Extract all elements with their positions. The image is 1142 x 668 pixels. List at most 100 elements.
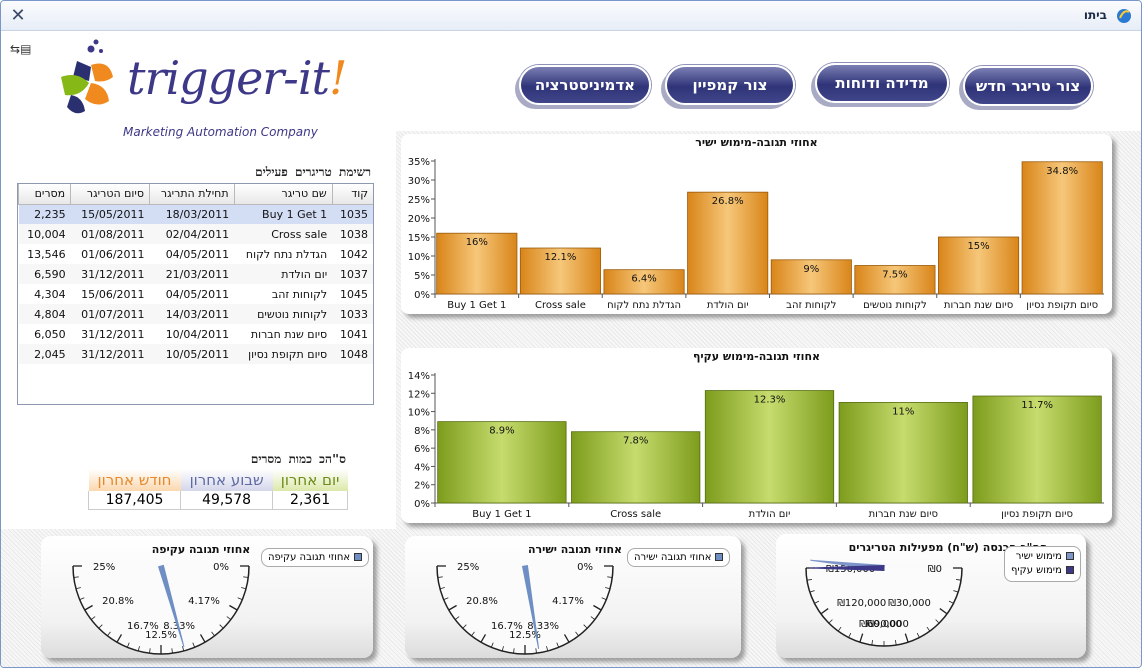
bar-value-label: 12.1% xyxy=(545,252,577,263)
indirect-gauge-panel: אחוזי תגובה עקיפה0%4.17%8.33%12.5%16.7%2… xyxy=(41,536,373,658)
bar[interactable] xyxy=(704,390,835,504)
column-header[interactable]: קוד xyxy=(331,184,373,205)
triggers-title: רשימת טריגרים פעילים xyxy=(255,165,371,179)
y-tick-label: 2% xyxy=(414,481,430,492)
table-row[interactable]: 1037 יום הולדת 21/03/2011 31/12/2011 6,590 xyxy=(18,264,373,284)
logo-wordmark: trigger-it! xyxy=(127,51,348,105)
table-cell: 6,590 xyxy=(18,264,71,284)
bar-value-label: 11.7% xyxy=(1021,400,1053,411)
close-icon[interactable]: ✕ xyxy=(9,6,27,26)
table-cell: 4,804 xyxy=(18,304,71,324)
x-tick-label: Cross sale xyxy=(610,509,661,520)
x-tick-label: לקוחות נוטשים xyxy=(863,300,927,311)
table-cell: 10/05/2011 xyxy=(149,344,235,364)
table-row[interactable]: 1045 לקוחות זהב 04/05/2011 15/06/2011 4,304 xyxy=(19,284,374,304)
direct-response-svg: אחוזי תגובה-מימוש ישיר 0% 5% 10% 15% 20% 25% 30… xyxy=(408,136,1104,311)
gauge-tick-label: 4.17% xyxy=(188,596,220,607)
table-cell: 4,304 xyxy=(34,287,66,301)
table-cell: 01/08/2011 xyxy=(70,224,150,244)
table-cell: 2,235 xyxy=(18,204,71,224)
new-campaign-button[interactable]: צור קמפיין xyxy=(665,65,795,105)
legend-swatch xyxy=(354,553,363,561)
table-cell: 13,546 xyxy=(27,247,66,261)
administration-button[interactable]: אדמיניסטרציה xyxy=(519,65,651,105)
table-row[interactable]: 1041 סיום שנת חברות 10/04/2011 31/12/2011 6,… xyxy=(19,324,374,344)
table-cell: לקוחות נוטשים xyxy=(234,304,333,324)
x-tick-label: יום הולדת xyxy=(707,300,749,311)
gauge-tick-label: 20.8% xyxy=(102,596,134,607)
swap-icon[interactable]: ⇆ xyxy=(10,42,20,56)
bar[interactable] xyxy=(1021,161,1103,295)
gauge-tick-label: ₪90,000 xyxy=(866,619,909,630)
table-cell: 04/05/2011 xyxy=(165,287,230,301)
table-row[interactable]: 1038 Cross sale 02/04/2011 01/08/2011 10,004 xyxy=(18,224,373,244)
table-cell: 1048 xyxy=(332,344,373,364)
gauge-tick-label: 4.17% xyxy=(552,596,584,607)
table-cell: 14/03/2011 xyxy=(149,304,235,324)
legend-swatch xyxy=(715,553,724,561)
table-row[interactable]: 1048 סיום תקופת נסיון 10/05/2011 31/12/2011… xyxy=(18,344,373,364)
y-tick-label: 8% xyxy=(414,426,430,437)
y-tick-label: 10% xyxy=(408,252,430,263)
y-tick-label: 20% xyxy=(408,214,430,225)
table-cell: 04/05/2011 xyxy=(165,247,230,261)
table-row[interactable]: 1042 הגדלת נתח לקוח 04/05/2011 01/06/2011 13… xyxy=(19,244,374,264)
triggers-table: קוד שם טריגר תחילת התריגר סיום הטריגר מסרים … xyxy=(17,183,374,405)
table-cell: 1045 xyxy=(340,287,368,301)
revenue-gauge-panel: סה"כ הכנסה (ש"ח) מפעילות הטריגרים ₪0 ₪30,0… xyxy=(776,534,1086,658)
table-cell: 15/05/2011 xyxy=(70,204,150,224)
x-tick-label: Cross sale xyxy=(535,300,586,311)
bar[interactable] xyxy=(972,395,1102,504)
indirect-response-chart: אחוזי תגובה-מימוש עקיף 0% 2% 4% 6% 8% 10% 12% 14… xyxy=(401,348,1112,523)
bar-value-label: 9% xyxy=(803,264,819,275)
column-header[interactable]: סיום הטריגר xyxy=(70,184,150,205)
gauge-tick-label: ₪120,000 xyxy=(837,598,886,609)
app-window: ✕ ביתו ⇆▤ trigger-it! Marketing Automati… xyxy=(0,0,1142,668)
reports-button[interactable]: מדידה ודוחות xyxy=(815,63,949,103)
table-cell: 31/12/2011 xyxy=(70,344,150,364)
gauge-tick-label: 25% xyxy=(93,562,115,573)
chart-title: אחוזי תגובה-מימוש ישיר xyxy=(695,136,817,149)
direct-response-chart: אחוזי תגובה-מימוש ישיר 0% 5% 10% 15% 20% 25% 30… xyxy=(401,134,1112,314)
report-icon[interactable]: ▤ xyxy=(20,42,31,56)
x-tick-label: יום הולדת xyxy=(749,509,791,520)
column-header[interactable]: תחילת התריגר xyxy=(149,184,235,205)
y-tick-label: 5% xyxy=(414,271,430,282)
table-row[interactable]: 1035 Buy 1 Get 1 18/03/2011 15/05/2011 2,235 xyxy=(18,204,373,224)
bar[interactable] xyxy=(838,402,968,504)
gauge-tick-label: 16.7% xyxy=(491,621,523,632)
bar-value-label: 34.8% xyxy=(1046,166,1078,177)
revenue-gauge-legend: מימוש ישיר מימוש עקיף xyxy=(1004,546,1081,582)
table-row[interactable]: 1033 לקוחות נוטשים 14/03/2011 01/07/2011 4,8… xyxy=(18,304,373,324)
totals-title: ס"הכ כמות מסרים xyxy=(250,452,346,466)
y-tick-label: 30% xyxy=(408,176,430,187)
direct-gauge-legend: אחוזי תגובה ישירה xyxy=(627,548,731,567)
table-cell: Cross sale xyxy=(234,224,333,244)
gauge-tick-label: 0% xyxy=(213,562,229,573)
bar-value-label: 7.8% xyxy=(623,436,648,447)
column-header[interactable]: שם טריגר xyxy=(233,184,333,205)
new-trigger-button[interactable]: צור טריגר חדש xyxy=(963,66,1093,106)
y-tick-label: 35% xyxy=(408,157,430,168)
bar-value-label: 15% xyxy=(967,241,989,252)
y-tick-label: 15% xyxy=(408,233,430,244)
table-cell: 18/03/2011 xyxy=(149,204,235,224)
bar-value-label: 7.5% xyxy=(882,270,907,281)
table-cell: סיום שנת חברות xyxy=(250,327,328,341)
table-cell: לקוחות זהב xyxy=(271,287,328,301)
indirect-response-svg: אחוזי תגובה-מימוש עקיף 0% 2% 4% 6% 8% 10% 12% 14… xyxy=(408,350,1104,520)
x-tick-label: Buy 1 Get 1 xyxy=(472,509,531,520)
bar-value-label: 11% xyxy=(892,406,914,417)
toolbar-icons: ⇆▤ xyxy=(10,42,31,56)
gauge-title: אחוזי תגובה עקיפה xyxy=(152,543,251,556)
y-tick-label: 25% xyxy=(408,195,430,206)
x-tick-label: סיום תקופת נסיון xyxy=(1026,300,1098,311)
bar[interactable] xyxy=(687,191,769,295)
gauge-tick-label: 16.7% xyxy=(127,621,159,632)
x-tick-label: הגדלת נתח לקוח xyxy=(607,300,681,311)
table-cell: 10,004 xyxy=(18,224,71,244)
app-icon xyxy=(1117,9,1131,23)
totals-value: 187,405 xyxy=(87,491,182,510)
table-cell: 15/06/2011 xyxy=(81,287,145,301)
column-header[interactable]: מסרים xyxy=(17,184,71,205)
